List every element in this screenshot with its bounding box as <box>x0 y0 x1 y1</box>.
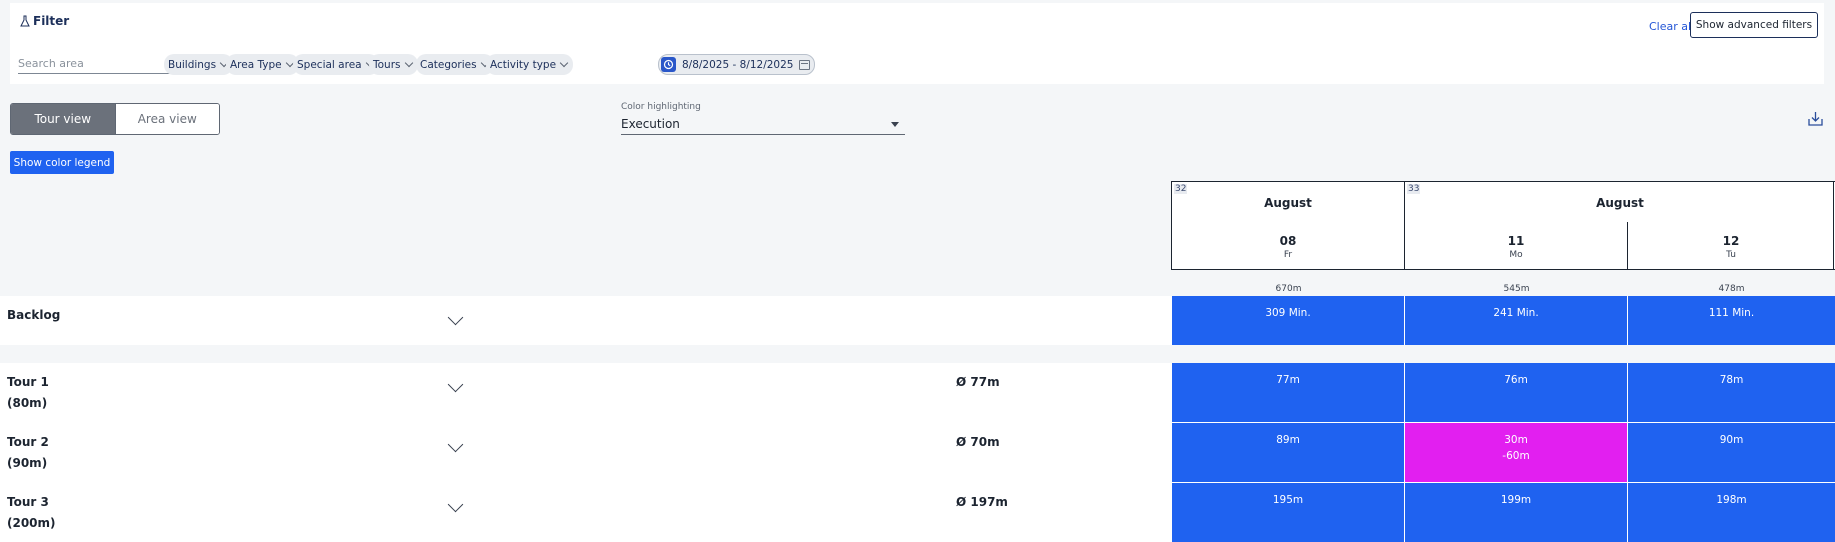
month-label: August <box>1264 196 1312 210</box>
tour-row-label: Tour 3 (200m) <box>7 492 56 534</box>
tour-average: Ø 197m <box>956 495 1008 509</box>
month-label: August <box>1596 196 1644 210</box>
tour-cell[interactable]: 78m <box>1628 363 1835 422</box>
show-color-legend-button[interactable]: Show color legend <box>10 151 114 174</box>
backlog-cell[interactable]: 309 Min. <box>1172 296 1404 345</box>
chip-activity-type[interactable]: Activity type <box>486 54 574 75</box>
day-number: 08 <box>1279 234 1297 248</box>
tour-name: Tour 1 <box>7 375 49 389</box>
tour-planned: (200m) <box>7 516 56 530</box>
weekday: Fr <box>1283 250 1293 260</box>
tour-planned: (80m) <box>7 396 48 410</box>
flask-icon <box>20 15 30 27</box>
day-number: 11 <box>1507 234 1525 248</box>
tour-view-button[interactable]: Tour view <box>11 104 115 134</box>
filter-panel: Filter Buildings Area Type Special area … <box>10 3 1824 84</box>
tour-cell[interactable]: 195m <box>1172 483 1404 542</box>
week-number: 33 <box>1407 184 1421 194</box>
tour-cell[interactable]: 199m <box>1405 483 1627 542</box>
chevron-down-icon <box>559 58 569 67</box>
tour-row-label: Tour 2 (90m) <box>7 432 49 474</box>
calendar-week-33: 33 August 11 Mo 12 Tu <box>1404 181 1835 270</box>
weekday: Mo <box>1509 250 1523 260</box>
chip-categories[interactable]: Categories <box>416 54 494 75</box>
chip-area-type[interactable]: Area Type <box>226 54 299 75</box>
calendar-week-32: 32 August 08 Fr <box>1171 181 1405 270</box>
chevron-down-icon <box>404 58 413 67</box>
tour-cell[interactable]: 90m <box>1628 423 1835 482</box>
day-total: 478m <box>1718 284 1745 294</box>
clock-icon <box>661 57 676 72</box>
tour-cell[interactable]: 89m <box>1172 423 1404 482</box>
tour-cell[interactable]: 77m <box>1172 363 1404 422</box>
calendar-right-border <box>1833 181 1834 270</box>
clear-all-link[interactable]: Clear all <box>1649 20 1694 33</box>
week-number: 32 <box>1174 184 1188 194</box>
download-icon[interactable] <box>1808 111 1823 127</box>
calendar-icon <box>799 59 811 70</box>
area-view-button[interactable]: Area view <box>114 104 219 134</box>
tour-cell[interactable]: 76m <box>1405 363 1627 422</box>
day-header: 11 Mo <box>1405 222 1628 270</box>
view-toggle: Tour view Area view <box>10 103 220 135</box>
color-highlighting-label: Color highlighting <box>621 102 701 112</box>
tour-planned: (90m) <box>7 456 48 470</box>
chip-buildings[interactable]: Buildings <box>164 54 234 75</box>
tour-row-label: Tour 1 (80m) <box>7 372 49 414</box>
day-number: 12 <box>1722 234 1740 248</box>
tour-average: Ø 77m <box>956 375 1000 389</box>
day-header: 12 Tu <box>1628 222 1834 270</box>
backlog-cell[interactable]: 241 Min. <box>1405 296 1627 345</box>
tour-name: Tour 3 <box>7 495 49 509</box>
deviation: -60m <box>1502 450 1530 462</box>
chip-tours[interactable]: Tours <box>369 54 418 75</box>
tour-name: Tour 2 <box>7 435 49 449</box>
weekday: Tu <box>1726 250 1736 260</box>
backlog-cell[interactable]: 111 Min. <box>1628 296 1835 345</box>
date-range-picker[interactable]: 8/8/2025 - 8/12/2025 <box>658 54 816 75</box>
tour-cell-highlighted[interactable]: 30m -60m <box>1405 423 1627 482</box>
color-highlighting-value: Execution <box>621 117 680 131</box>
search-area-input[interactable] <box>18 54 186 74</box>
color-highlighting-select[interactable]: Color highlighting Execution <box>621 102 905 135</box>
dropdown-caret-icon <box>891 121 899 127</box>
show-advanced-filters-button[interactable]: Show advanced filters <box>1690 12 1818 38</box>
tour-average: Ø 70m <box>956 435 1000 449</box>
day-header: 08 Fr <box>1172 222 1404 270</box>
filter-title[interactable]: Filter <box>20 14 69 28</box>
tour-cell[interactable]: 198m <box>1628 483 1835 542</box>
backlog-label: Backlog <box>7 308 61 322</box>
day-total: 670m <box>1275 284 1302 294</box>
chip-special-area[interactable]: Special area <box>293 54 379 75</box>
day-total: 545m <box>1503 284 1530 294</box>
color-highlighting-value-field[interactable]: Execution <box>621 114 905 135</box>
